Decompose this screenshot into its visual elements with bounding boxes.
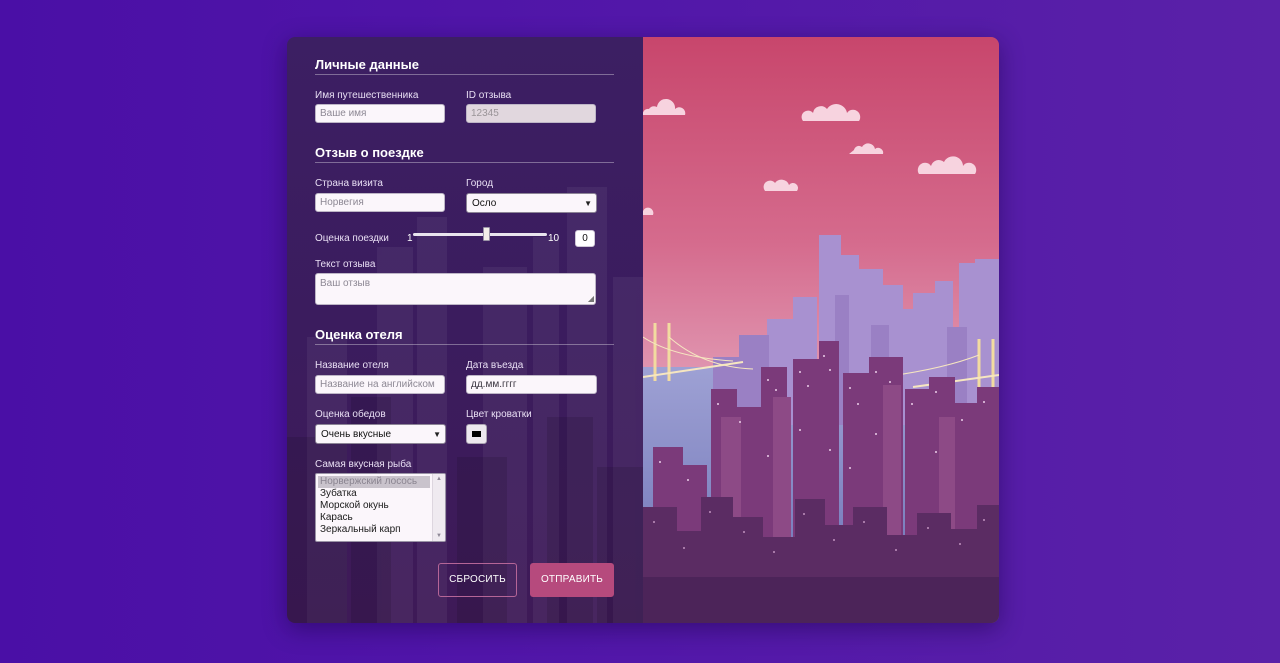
list-item[interactable]: Карась	[316, 512, 445, 524]
trip-rating-label: Оценка поездки	[315, 233, 389, 244]
country-label: Страна визита	[315, 178, 383, 189]
color-swatch	[472, 431, 481, 437]
checkin-date-label: Дата въезда	[466, 360, 524, 371]
trip-rating-slider-thumb[interactable]	[482, 227, 490, 241]
city-label: Город	[466, 178, 494, 189]
section-title-hotel: Оценка отеля	[315, 327, 403, 342]
review-id-input: 12345	[466, 104, 596, 123]
city-select[interactable]: Осло ▼	[466, 193, 597, 213]
trip-rating-slider[interactable]	[413, 233, 547, 236]
review-id-label: ID отзыва	[466, 90, 512, 101]
section-title-personal: Личные данные	[315, 57, 419, 72]
trip-rating-min: 1	[407, 233, 413, 244]
section-divider	[315, 162, 614, 163]
lunch-rating-label: Оценка обедов	[315, 409, 386, 420]
submit-button[interactable]: ОТПРАВИТЬ	[530, 563, 614, 597]
best-fish-label: Самая вкусная рыба	[315, 459, 412, 470]
checkin-date-input[interactable]: дд.мм.гггг	[466, 375, 597, 394]
bed-color-label: Цвет кроватки	[466, 409, 532, 420]
review-textarea[interactable]: Ваш отзыв ◢	[315, 273, 596, 305]
traveler-name-label: Имя путешественника	[315, 90, 419, 101]
hotel-name-label: Название отеля	[315, 360, 389, 371]
best-fish-listbox[interactable]: Норвержский лосось Зубатка Морской окунь…	[315, 473, 446, 542]
review-text-label: Текст отзыва	[315, 259, 376, 270]
scroll-down-icon[interactable]: ▼	[436, 533, 442, 539]
city-skyline-image	[643, 37, 999, 623]
section-divider	[315, 344, 614, 345]
caret-down-icon: ▼	[433, 430, 441, 439]
resize-grip-icon[interactable]: ◢	[588, 295, 594, 303]
form-panel: Личные данные Имя путешественника Ваше и…	[287, 37, 643, 623]
listbox-scrollbar[interactable]: ▲ ▼	[432, 474, 445, 541]
reset-button[interactable]: СБРОСИТЬ	[438, 563, 517, 597]
city-illustration	[643, 37, 999, 623]
list-item[interactable]: Зеркальный карп	[316, 524, 445, 536]
review-textarea-placeholder: Ваш отзыв	[320, 278, 371, 289]
list-item[interactable]: Морской окунь	[316, 500, 445, 512]
list-item[interactable]: Норвержский лосось	[318, 476, 430, 488]
trip-rating-max: 10	[548, 233, 560, 244]
hotel-name-input[interactable]: Название на английском	[315, 375, 445, 394]
caret-down-icon: ▼	[584, 199, 592, 208]
trip-rating-value: 0	[575, 230, 595, 247]
scroll-up-icon[interactable]: ▲	[436, 476, 442, 482]
traveler-name-input[interactable]: Ваше имя	[315, 104, 445, 123]
country-input[interactable]: Норвегия	[315, 193, 445, 212]
bed-color-picker[interactable]	[466, 424, 487, 444]
section-divider	[315, 74, 614, 75]
lunch-rating-select[interactable]: Очень вкусные ▼	[315, 424, 446, 444]
lunch-rating-select-value: Очень вкусные	[321, 429, 392, 440]
city-select-value: Осло	[472, 198, 497, 209]
list-item[interactable]: Зубатка	[316, 488, 445, 500]
review-form-card: Личные данные Имя путешественника Ваше и…	[287, 37, 999, 623]
section-title-trip: Отзыв о поездке	[315, 145, 424, 160]
